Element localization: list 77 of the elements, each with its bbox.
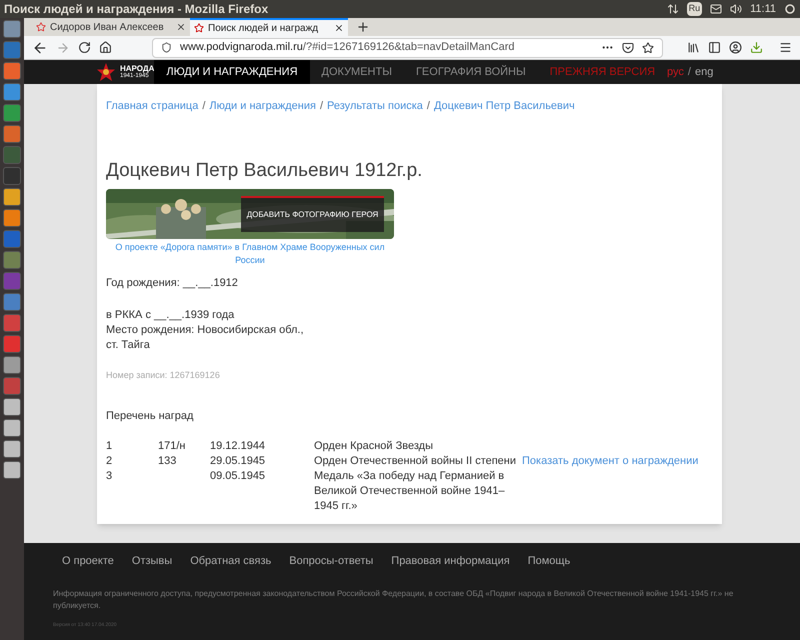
mail-icon[interactable]: [710, 3, 722, 15]
banner[interactable]: ДОБАВИТЬ ФОТОГРАФИЮ ГЕРОЯ: [106, 189, 394, 239]
shield-icon: [161, 42, 172, 53]
table-cell-text: 29.05.1945: [210, 454, 266, 468]
nav-link[interactable]: ЛЮДИ И НАГРАЖДЕНИЯ: [154, 60, 310, 84]
breadcrumb-separator: /: [320, 99, 324, 114]
awards-heading: Перечень наград: [106, 409, 194, 424]
breadcrumb-separator: /: [202, 99, 206, 114]
back-icon[interactable]: [32, 40, 48, 56]
keyboard-layout-indicator[interactable]: Ru: [686, 2, 702, 16]
add-photo-button[interactable]: ДОБАВИТЬ ФОТОГРАФИЮ ГЕРОЯ: [241, 196, 384, 232]
footer-link[interactable]: Отзывы: [132, 553, 172, 570]
network-icon[interactable]: [666, 3, 679, 15]
app-icon[interactable]: [3, 83, 21, 101]
app-icon[interactable]: [3, 419, 21, 437]
menu-icon[interactable]: [779, 41, 792, 54]
app-icon[interactable]: [3, 398, 21, 416]
star-icon: [36, 22, 46, 32]
app-icon[interactable]: [3, 440, 21, 458]
person-name-heading: Доцкевич Петр Васильевич 1912г.р.: [106, 158, 424, 182]
table-cell-text: 1: [106, 438, 114, 454]
app-icon[interactable]: [3, 356, 21, 374]
table-cell-text: 3: [106, 468, 114, 484]
app-icon[interactable]: [3, 188, 21, 206]
home-icon[interactable]: [99, 41, 112, 54]
table-cell-text: Орден Отечественной войны II степени: [314, 454, 518, 468]
power-icon[interactable]: [784, 3, 796, 15]
download-icon[interactable]: [750, 41, 763, 54]
detail-text: в РККА с __.__.1939 года: [106, 308, 236, 322]
footer-link[interactable]: Обратная связь: [190, 553, 272, 570]
footer-link[interactable]: Вопросы-ответы: [289, 553, 374, 570]
app-icon[interactable]: [3, 125, 21, 143]
clock[interactable]: 11:11: [750, 0, 776, 18]
browser-tab[interactable]: Поиск людей и награжд: [190, 18, 348, 36]
pocket-icon[interactable]: [622, 42, 634, 54]
language-link[interactable]: eng: [694, 64, 714, 80]
app-icon[interactable]: [3, 104, 21, 122]
detail-text: Место рождения: Новосибирская обл.,: [106, 322, 305, 338]
bookmark-star-icon[interactable]: [642, 42, 654, 54]
close-icon[interactable]: [176, 22, 186, 32]
table-cell-text: 2: [106, 454, 114, 468]
footer-notice: Информация ограниченного доступа, предусмотренная законодательством Российской Федерации, в составе ОБД «Подвиг народа в Великой Отечественной войне 1941-1945 гг.» не публикуется.: [53, 588, 734, 612]
new-tab-icon[interactable]: [356, 20, 370, 34]
app-icon[interactable]: [3, 20, 21, 38]
reload-icon[interactable]: [78, 41, 91, 54]
window-title: Поиск людей и награждения - Mozilla Firefox: [4, 1, 268, 18]
app-icon[interactable]: [3, 209, 21, 227]
table-cell-text: 171/н: [158, 438, 186, 454]
table-cell-text: 09.05.1945: [210, 468, 266, 484]
app-icon[interactable]: [3, 62, 21, 80]
sidebar-icon[interactable]: [708, 41, 721, 54]
nav-link[interactable]: ДОКУМЕНТЫ: [310, 60, 404, 84]
address-bar[interactable]: www.podvignaroda.mil.ru/?#id=1267169126&tab=navDetailManCard: [152, 38, 663, 58]
nav-link[interactable]: ГЕОГРАФИЯ ВОЙНЫ: [404, 60, 538, 84]
footer-link[interactable]: Помощь: [528, 553, 570, 570]
volume-icon[interactable]: [730, 3, 742, 15]
footer-link[interactable]: Правовая информация: [391, 553, 510, 570]
library-icon[interactable]: [687, 41, 700, 54]
star-icon: [194, 23, 204, 33]
browser-tab[interactable]: Сидоров Иван Алексеев: [32, 18, 190, 36]
close-icon[interactable]: [334, 23, 344, 33]
birth-year-text: Год рождения: __.__.1912: [106, 276, 239, 291]
star-emblem-icon: [96, 62, 116, 82]
table-cell-text: 19.12.1944: [210, 438, 266, 454]
app-icon[interactable]: [3, 461, 21, 479]
logo-text: НАРОДА: [120, 65, 154, 73]
separator-text: /: [688, 64, 691, 80]
record-number-text: Номер записи: 1267169126: [106, 368, 221, 382]
table-cell-text: 133: [158, 454, 178, 468]
footer-link[interactable]: О проекте: [62, 553, 114, 570]
app-icon[interactable]: [3, 251, 21, 269]
account-icon[interactable]: [729, 41, 742, 54]
app-icon[interactable]: [3, 293, 21, 311]
detail-text: ст. Тайга: [106, 338, 151, 352]
breadcrumb-separator: /: [426, 99, 430, 114]
table-cell-text: Медаль «За победу над Германией в Великой Отечественной войне 1941–1945 гг.»: [314, 468, 506, 514]
table-cell-text: Орден Красной Звезды: [314, 438, 434, 454]
